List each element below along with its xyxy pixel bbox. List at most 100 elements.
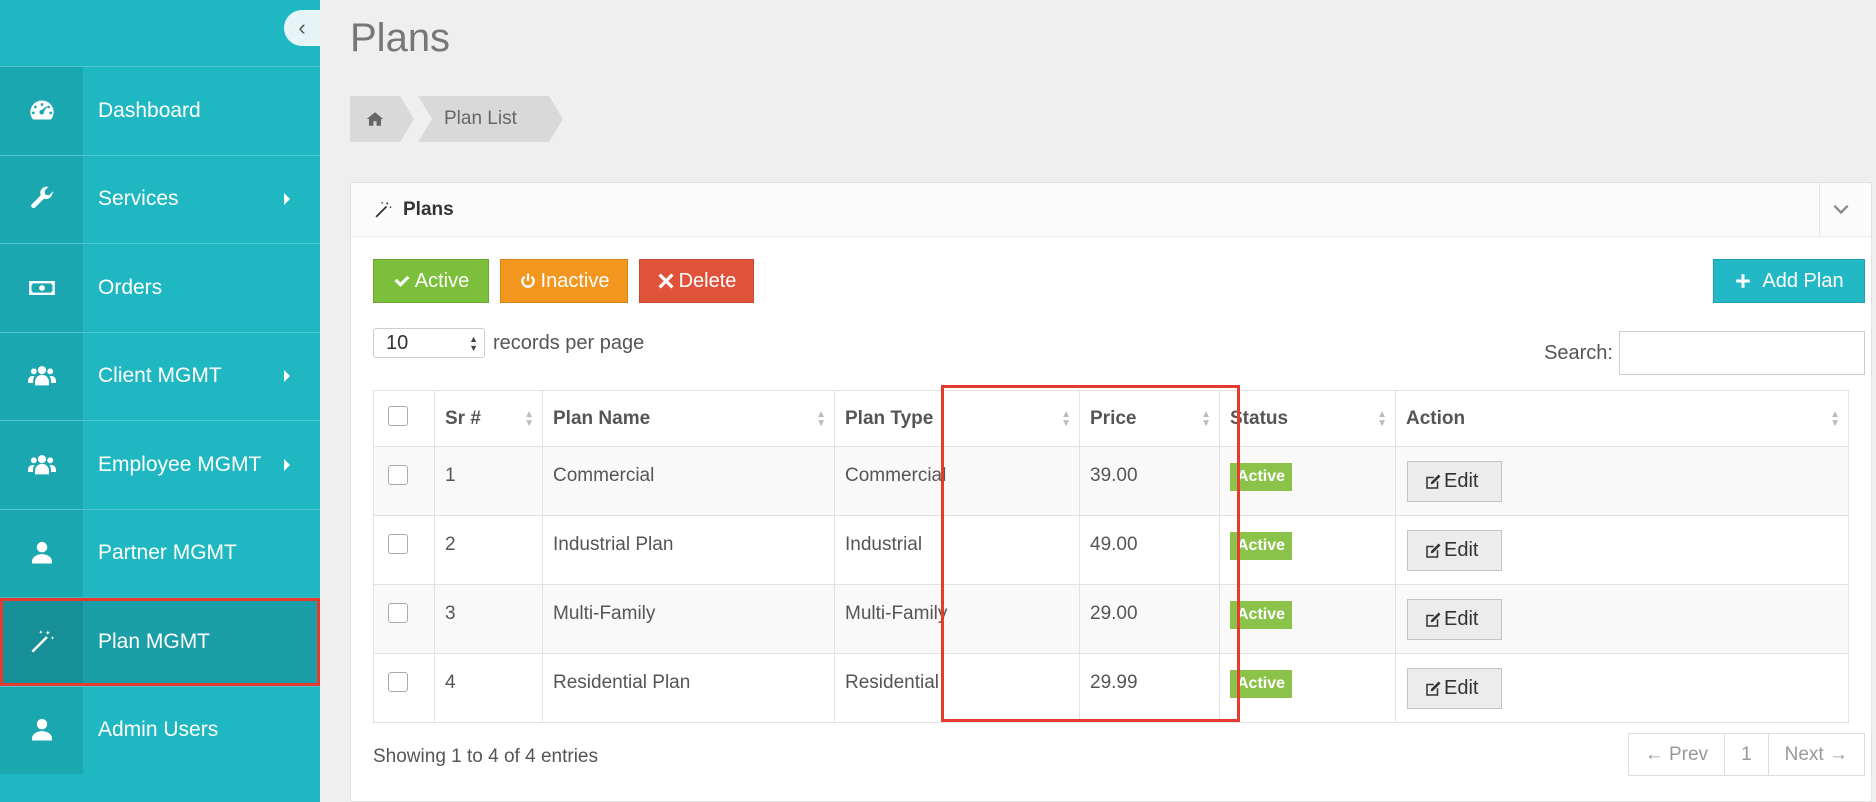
records-per-page: 10 ▲ ▼ records per page	[373, 328, 644, 358]
sidebar-item-label: Services	[98, 187, 179, 211]
cell-status: Active	[1219, 584, 1396, 654]
sidebar-item-label: Partner MGMT	[98, 541, 237, 565]
sort-icon: ▲ ▼	[1377, 409, 1387, 429]
panel-header: Plans	[351, 183, 1871, 237]
panel-collapse-button[interactable]	[1819, 183, 1871, 237]
cell-plan-name: Multi-Family	[542, 584, 835, 654]
home-icon	[366, 112, 384, 126]
select-all-checkbox[interactable]	[388, 405, 408, 426]
cell-status: Active	[1219, 446, 1396, 516]
cell-status: Active	[1219, 515, 1396, 585]
users-icon	[0, 332, 83, 420]
sidebar-item-dashboard[interactable]: Dashboard	[0, 66, 320, 155]
edit-icon	[1426, 543, 1441, 558]
cell-plan-type: Residential	[834, 653, 1080, 723]
cell-action: Edit	[1395, 653, 1849, 723]
delete-button[interactable]: Delete	[639, 259, 754, 303]
edit-button[interactable]: Edit	[1407, 530, 1502, 571]
cell-price: 29.00	[1079, 584, 1220, 654]
cell-sr: 3	[434, 584, 543, 654]
chevron-left-icon: ‹	[298, 15, 306, 40]
cell-price: 39.00	[1079, 446, 1220, 516]
records-per-page-select[interactable]: 10 ▲ ▼	[373, 328, 485, 358]
page-number-button[interactable]: 1	[1725, 734, 1769, 775]
sidebar: ‹ Dashboard Services Orders Client MGMT …	[0, 0, 320, 802]
caret-right-icon	[284, 193, 290, 206]
inactive-button[interactable]: Inactive	[500, 259, 628, 303]
cell-sr: 1	[434, 446, 543, 516]
row-checkbox[interactable]	[388, 603, 408, 623]
money-icon	[0, 244, 83, 332]
plans-table: Sr # ▲ ▼ Plan Name ▲ ▼ Plan Type ▲ ▼ Price ▲ ▼ S…	[373, 390, 1849, 723]
sidebar-item-plan-mgmt[interactable]: Plan MGMT	[0, 597, 320, 686]
next-page-button[interactable]: Next →	[1769, 734, 1864, 775]
column-header-status[interactable]: Status ▲ ▼	[1219, 390, 1396, 447]
edit-button[interactable]: Edit	[1407, 599, 1502, 640]
column-header-label: Action	[1406, 407, 1466, 429]
table-row: 2 Industrial Plan Industrial 49.00 Activ…	[373, 515, 1849, 585]
sidebar-item-partner-mgmt[interactable]: Partner MGMT	[0, 508, 320, 597]
row-checkbox[interactable]	[388, 465, 408, 485]
search-input[interactable]	[1619, 331, 1865, 375]
cell-plan-name: Residential Plan	[542, 653, 835, 723]
page-title: Plans	[350, 16, 451, 60]
sidebar-item-services[interactable]: Services	[0, 154, 320, 243]
power-icon	[520, 273, 535, 288]
user-icon	[0, 509, 83, 597]
search-label: Search:	[1544, 341, 1613, 364]
table-row: 1 Commercial Commercial 39.00 Active Edi…	[373, 446, 1849, 516]
edit-icon	[1426, 681, 1441, 696]
column-header-label: Status	[1230, 407, 1289, 429]
active-button[interactable]: Active	[373, 259, 489, 303]
close-icon	[658, 273, 674, 289]
breadcrumb-plan-list[interactable]: Plan List	[418, 96, 563, 142]
cell-action: Edit	[1395, 584, 1849, 654]
active-button-label: Active	[414, 269, 470, 292]
table-row: 4 Residential Plan Residential 29.99 Act…	[373, 653, 1849, 723]
cell-sr: 2	[434, 515, 543, 585]
main-content: Plans Plan List Plans Active Inactive De…	[320, 0, 1876, 802]
sidebar-item-label: Client MGMT	[98, 364, 222, 388]
caret-right-icon	[284, 370, 290, 383]
wrench-icon	[0, 155, 83, 243]
breadcrumb-home[interactable]	[350, 96, 400, 142]
cell-plan-type: Commercial	[834, 446, 1080, 516]
status-badge: Active	[1230, 532, 1293, 560]
sidebar-item-admin-users[interactable]: Admin Users	[0, 685, 320, 774]
column-header-label: Plan Type	[845, 407, 934, 429]
row-checkbox[interactable]	[388, 534, 408, 554]
dashboard-icon	[0, 67, 83, 155]
sidebar-item-orders[interactable]: Orders	[0, 243, 320, 332]
column-header-action[interactable]: Action ▲ ▼	[1395, 390, 1849, 447]
magic-wand-icon	[0, 598, 83, 686]
row-checkbox[interactable]	[388, 672, 408, 692]
cell-plan-type: Multi-Family	[834, 584, 1080, 654]
sort-icon: ▲ ▼	[524, 409, 534, 429]
edit-button[interactable]: Edit	[1407, 461, 1502, 502]
sidebar-item-employee-mgmt[interactable]: Employee MGMT	[0, 420, 320, 509]
sidebar-collapse-button[interactable]: ‹	[284, 10, 320, 46]
cell-action: Edit	[1395, 515, 1849, 585]
cell-price: 49.00	[1079, 515, 1220, 585]
pagination: ← Prev 1 Next →	[1627, 733, 1865, 776]
plans-panel: Plans Active Inactive Delete Add Plan 10…	[350, 182, 1872, 802]
sidebar-item-client-mgmt[interactable]: Client MGMT	[0, 331, 320, 420]
status-badge: Active	[1230, 601, 1293, 629]
status-badge: Active	[1230, 463, 1293, 491]
edit-button-label: Edit	[1444, 470, 1479, 492]
edit-button-label: Edit	[1444, 539, 1479, 561]
row-select-cell	[373, 584, 435, 654]
cell-sr: 4	[434, 653, 543, 723]
select-arrows-icon: ▲ ▼	[469, 334, 478, 353]
add-plan-button[interactable]: Add Plan	[1713, 259, 1865, 303]
column-header-price[interactable]: Price ▲ ▼	[1079, 390, 1220, 447]
column-header-plan-type[interactable]: Plan Type ▲ ▼	[834, 390, 1080, 447]
prev-page-button[interactable]: ← Prev	[1629, 734, 1726, 775]
edit-button[interactable]: Edit	[1407, 668, 1502, 709]
table-info: Showing 1 to 4 of 4 entries	[373, 746, 598, 767]
column-header-sr[interactable]: Sr # ▲ ▼	[434, 390, 543, 447]
magic-wand-icon	[375, 201, 392, 217]
edit-button-label: Edit	[1444, 677, 1479, 699]
column-header-plan-name[interactable]: Plan Name ▲ ▼	[542, 390, 835, 447]
sort-icon: ▲ ▼	[1830, 409, 1840, 429]
